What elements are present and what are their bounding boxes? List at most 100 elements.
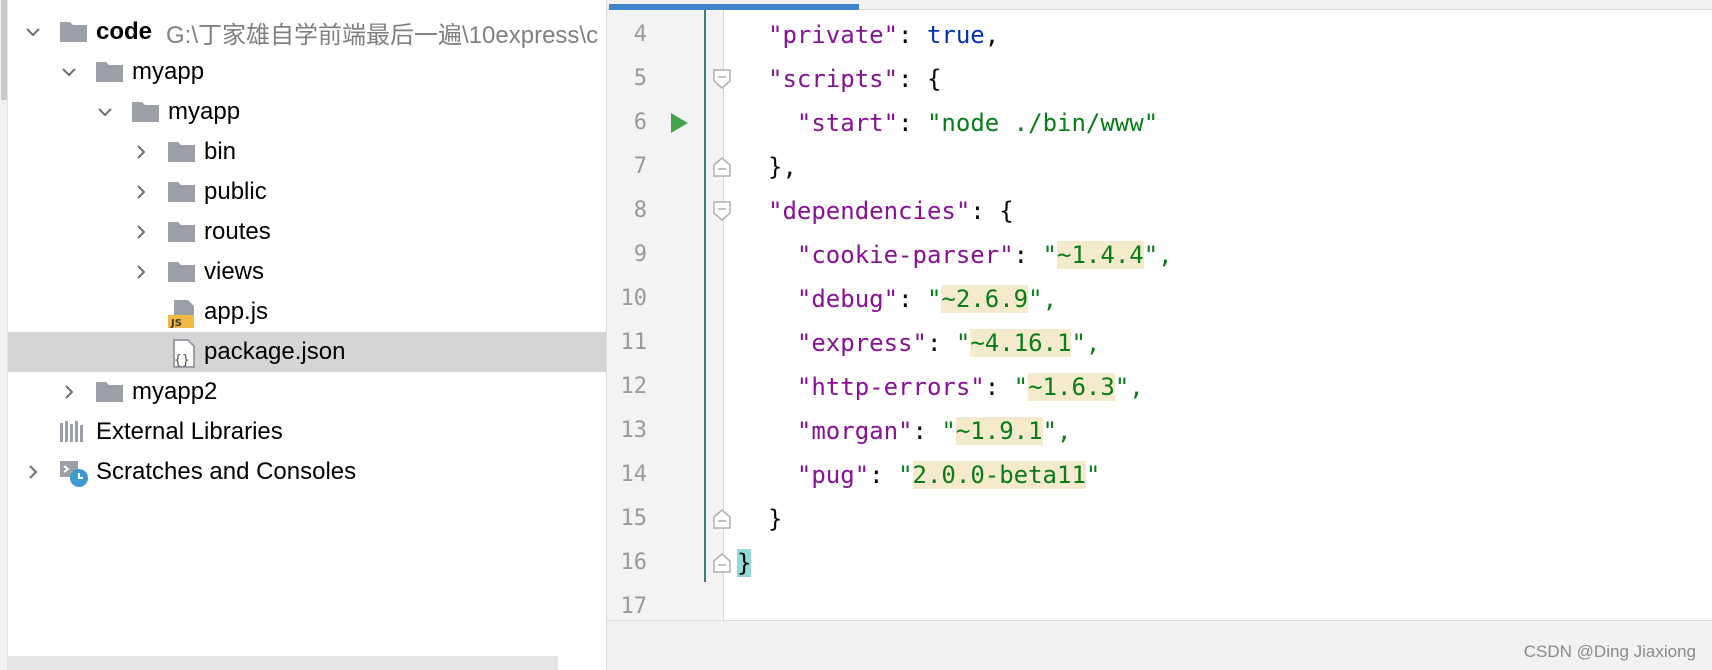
code-line[interactable]: 8 "dependencies": {: [607, 189, 1712, 233]
chevron-right-icon[interactable]: [60, 383, 78, 401]
tree-node-external-libraries[interactable]: External Libraries: [8, 412, 606, 452]
code-line[interactable]: 11 "express": "~4.16.1",: [607, 321, 1712, 365]
line-number: 12: [620, 374, 648, 399]
svg-text:{}: {}: [174, 353, 190, 368]
scrollbar-thumb[interactable]: [1, 0, 7, 100]
json-punct: ,: [984, 21, 1000, 49]
code-line[interactable]: 6 "start": "node ./bin/www": [607, 101, 1712, 145]
folder-icon: [58, 19, 90, 45]
json-quote: ": [1013, 373, 1029, 401]
dependency-version-highlight: ~4.16.1: [970, 329, 1072, 357]
run-script-icon[interactable]: [669, 112, 689, 134]
line-number: 11: [620, 330, 648, 355]
code-line[interactable]: 5 "scripts": {: [607, 57, 1712, 101]
tree-node-folder[interactable]: bin: [8, 132, 606, 172]
folder-icon: [166, 139, 198, 165]
tree-node-folder[interactable]: routes: [8, 212, 606, 252]
json-quote: ": [898, 461, 913, 489]
json-brace: {: [999, 197, 1014, 225]
code-line[interactable]: 12 "http-errors": "~1.6.3",: [607, 365, 1712, 409]
tree-node-folder[interactable]: myapp: [8, 92, 606, 132]
json-punct: ",: [1071, 329, 1101, 357]
tree-node-scratches[interactable]: Scratches and Consoles: [8, 452, 606, 492]
tree-node-label: myapp: [168, 98, 241, 125]
json-brace: }: [768, 505, 783, 533]
chevron-down-icon[interactable]: [60, 63, 78, 81]
library-icon: [58, 419, 90, 445]
javascript-file-icon: JS: [166, 299, 198, 329]
line-number: 9: [633, 242, 647, 267]
code-line[interactable]: 14 "pug": "2.0.0-beta11": [607, 453, 1712, 497]
tree-node-label: package.json: [204, 338, 346, 365]
line-number: 14: [620, 462, 648, 487]
tree-node-label: public: [204, 178, 267, 205]
editor-tab-bar[interactable]: [607, 0, 1712, 10]
json-punct: :: [926, 329, 956, 357]
matched-closing-brace: }: [737, 549, 752, 577]
json-key: "http-errors": [796, 373, 985, 401]
json-key: "private": [768, 21, 899, 49]
line-number: 5: [633, 66, 647, 91]
line-number: 8: [633, 198, 647, 223]
json-key: "express": [796, 329, 927, 357]
line-number: 13: [620, 418, 648, 443]
fold-toggle-icon[interactable]: [713, 201, 731, 221]
tree-node-file-selected[interactable]: {} package.json: [8, 332, 606, 372]
json-punct: :: [898, 65, 927, 93]
chevron-down-icon[interactable]: [96, 103, 114, 121]
fold-end-icon[interactable]: [713, 509, 731, 529]
json-punct: :: [970, 197, 1000, 225]
fold-end-icon[interactable]: [713, 553, 731, 573]
json-key: "start": [796, 109, 899, 137]
chevron-down-icon[interactable]: [24, 23, 42, 41]
code-line[interactable]: 10 "debug": "~2.6.9",: [607, 277, 1712, 321]
fold-toggle-icon[interactable]: [713, 69, 731, 89]
code-line[interactable]: 15 }: [607, 497, 1712, 541]
code-editor[interactable]: 4 "private": true, 5 "scripts": { 6 "sta…: [607, 0, 1712, 670]
watermark-text: CSDN @Ding Jiaxiong: [1523, 642, 1696, 661]
code-line[interactable]: 4 "private": true,: [607, 13, 1712, 57]
tree-node-root[interactable]: code G:\丁家雄自学前端最后一遍\10express\c: [8, 12, 606, 52]
line-number: 16: [620, 550, 648, 575]
folder-icon: [166, 179, 198, 205]
line-number: 10: [620, 286, 648, 311]
tree-node-folder[interactable]: views: [8, 252, 606, 292]
line-number: 6: [633, 110, 647, 135]
json-punct: ",: [1028, 285, 1058, 313]
dependency-version-highlight: ~2.6.9: [941, 285, 1029, 313]
horizontal-scrollbar[interactable]: [8, 656, 558, 670]
tree-node-label: views: [204, 258, 265, 285]
dependency-version-highlight: 2.0.0-beta11: [912, 461, 1086, 489]
line-number: 7: [633, 154, 647, 179]
tree-node-folder[interactable]: public: [8, 172, 606, 212]
chevron-right-icon[interactable]: [132, 263, 150, 281]
tree-node-label: External Libraries: [96, 418, 283, 445]
json-punct: ": [1085, 461, 1101, 489]
json-quote: ": [941, 417, 956, 445]
code-line[interactable]: 16 }: [607, 541, 1712, 585]
folder-icon: [94, 379, 126, 405]
json-punct: :: [898, 285, 927, 313]
project-path: G:\丁家雄自学前端最后一遍\10express\c: [166, 21, 599, 49]
dependency-version-highlight: ~1.4.4: [1057, 241, 1144, 269]
json-quote: ": [1042, 241, 1058, 269]
dependency-version-highlight: ~1.9.1: [955, 417, 1043, 445]
code-line[interactable]: 9 "cookie-parser": "~1.4.4",: [607, 233, 1712, 277]
tree-node-file[interactable]: JS app.js: [8, 292, 606, 332]
json-keyword-value: true: [926, 21, 985, 49]
tree-node-folder[interactable]: myapp2: [8, 372, 606, 412]
chevron-right-icon[interactable]: [132, 183, 150, 201]
chevron-right-icon[interactable]: [24, 463, 42, 481]
vertical-scrollbar[interactable]: [0, 0, 8, 670]
code-line[interactable]: 7 },: [607, 145, 1712, 189]
code-line[interactable]: 13 "morgan": "~1.9.1",: [607, 409, 1712, 453]
json-punct: :: [898, 109, 927, 137]
fold-end-icon[interactable]: [713, 157, 731, 177]
chevron-right-icon[interactable]: [132, 223, 150, 241]
chevron-right-icon[interactable]: [132, 143, 150, 161]
tree-node-folder[interactable]: myapp: [8, 52, 606, 92]
json-key: "cookie-parser": [796, 241, 1014, 269]
json-key: "debug": [796, 285, 899, 313]
json-punct: :: [869, 461, 899, 489]
folder-icon: [166, 219, 198, 245]
